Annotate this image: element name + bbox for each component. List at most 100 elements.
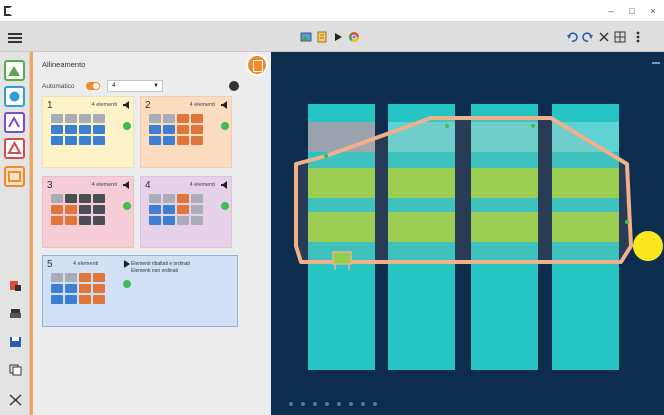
seat[interactable] bbox=[163, 216, 175, 225]
layout-icon[interactable] bbox=[614, 31, 626, 43]
more-icon[interactable] bbox=[632, 31, 644, 43]
seat[interactable] bbox=[79, 205, 91, 214]
seat[interactable] bbox=[65, 205, 77, 214]
seat[interactable] bbox=[93, 194, 105, 203]
seat[interactable] bbox=[191, 205, 203, 214]
seat[interactable] bbox=[149, 114, 161, 123]
seat[interactable] bbox=[93, 295, 105, 304]
seat[interactable] bbox=[191, 136, 203, 145]
seat[interactable] bbox=[51, 136, 63, 145]
speaker-icon[interactable] bbox=[221, 101, 228, 109]
seat[interactable] bbox=[51, 125, 63, 134]
rotate-handle[interactable] bbox=[633, 231, 663, 261]
seat[interactable] bbox=[191, 125, 203, 134]
group-card-5[interactable]: 5 4 elementi Elementi ribaltati e ordina… bbox=[42, 255, 238, 327]
seat[interactable] bbox=[93, 205, 105, 214]
seat[interactable] bbox=[191, 194, 203, 203]
group-card-1[interactable]: 1 4 elementi bbox=[42, 96, 134, 168]
sidebar-tool-groups[interactable] bbox=[4, 166, 25, 187]
seat[interactable] bbox=[65, 284, 77, 293]
seat[interactable] bbox=[65, 273, 77, 282]
seat[interactable] bbox=[163, 194, 175, 203]
seat[interactable] bbox=[93, 273, 105, 282]
seat[interactable] bbox=[79, 125, 91, 134]
seat[interactable] bbox=[177, 216, 189, 225]
whiteboard-canvas[interactable] bbox=[271, 52, 664, 415]
sidebar-tool-geometry[interactable] bbox=[4, 138, 25, 159]
speaker-icon[interactable] bbox=[123, 181, 130, 189]
seat[interactable] bbox=[51, 114, 63, 123]
seat[interactable] bbox=[65, 216, 77, 225]
seat[interactable] bbox=[177, 114, 189, 123]
seat[interactable] bbox=[177, 136, 189, 145]
fullscreen-icon[interactable] bbox=[9, 394, 22, 406]
seat[interactable] bbox=[51, 284, 63, 293]
copy-icon[interactable] bbox=[9, 364, 22, 376]
seat[interactable] bbox=[163, 136, 175, 145]
export-icon[interactable] bbox=[9, 280, 22, 292]
seat[interactable] bbox=[51, 273, 63, 282]
seat[interactable] bbox=[51, 295, 63, 304]
minimize-button[interactable]: – bbox=[604, 4, 618, 18]
seat[interactable] bbox=[163, 114, 175, 123]
chrome-icon[interactable] bbox=[348, 31, 360, 43]
settings-gear-icon[interactable] bbox=[229, 81, 239, 91]
seat[interactable] bbox=[163, 205, 175, 214]
close-button[interactable]: × bbox=[646, 4, 660, 18]
sidebar-tool-chart[interactable] bbox=[4, 60, 25, 81]
save-icon[interactable] bbox=[9, 336, 22, 348]
play-icon[interactable] bbox=[123, 260, 130, 268]
redo-icon[interactable] bbox=[582, 31, 594, 43]
seat[interactable] bbox=[163, 125, 175, 134]
seat[interactable] bbox=[177, 194, 189, 203]
seat[interactable] bbox=[65, 136, 77, 145]
crop-icon[interactable] bbox=[598, 31, 610, 43]
speaker-icon[interactable] bbox=[221, 181, 228, 189]
group-card-3[interactable]: 3 4 elementi bbox=[42, 176, 134, 248]
maximize-button[interactable]: □ bbox=[625, 4, 639, 18]
seat[interactable] bbox=[93, 136, 105, 145]
seat[interactable] bbox=[79, 136, 91, 145]
zoom-indicator[interactable] bbox=[652, 62, 660, 64]
seat[interactable] bbox=[191, 114, 203, 123]
group-count-select[interactable]: 4 ▼ bbox=[107, 80, 163, 92]
group-card-2[interactable]: 2 4 elementi bbox=[140, 96, 232, 168]
image-icon[interactable] bbox=[300, 31, 312, 43]
seat[interactable] bbox=[177, 205, 189, 214]
seat[interactable] bbox=[149, 125, 161, 134]
group-card-4[interactable]: 4 4 elementi bbox=[140, 176, 232, 248]
seat[interactable] bbox=[93, 125, 105, 134]
seat[interactable] bbox=[149, 136, 161, 145]
sidebar-tool-draw[interactable] bbox=[4, 112, 25, 133]
seat[interactable] bbox=[65, 114, 77, 123]
seat[interactable] bbox=[65, 295, 77, 304]
seat[interactable] bbox=[79, 295, 91, 304]
seat[interactable] bbox=[191, 216, 203, 225]
seat[interactable] bbox=[51, 205, 63, 214]
seat[interactable] bbox=[149, 205, 161, 214]
seat[interactable] bbox=[79, 114, 91, 123]
play-icon[interactable] bbox=[332, 31, 344, 43]
seat[interactable] bbox=[79, 273, 91, 282]
sidebar-tool-shapes[interactable] bbox=[4, 86, 25, 107]
seat[interactable] bbox=[79, 216, 91, 225]
seat[interactable] bbox=[65, 194, 77, 203]
undo-icon[interactable] bbox=[566, 31, 578, 43]
seat[interactable] bbox=[149, 194, 161, 203]
seat[interactable] bbox=[51, 194, 63, 203]
seat[interactable] bbox=[177, 125, 189, 134]
speaker-icon[interactable] bbox=[123, 101, 130, 109]
seat[interactable] bbox=[149, 216, 161, 225]
auto-toggle[interactable] bbox=[86, 82, 100, 90]
edit-icon[interactable] bbox=[316, 31, 328, 43]
seat[interactable] bbox=[65, 125, 77, 134]
print-icon[interactable] bbox=[9, 308, 22, 320]
seat[interactable] bbox=[93, 216, 105, 225]
seat[interactable] bbox=[51, 216, 63, 225]
seat[interactable] bbox=[93, 114, 105, 123]
panel-action-button[interactable] bbox=[246, 54, 268, 76]
seat[interactable] bbox=[79, 194, 91, 203]
seat[interactable] bbox=[93, 284, 105, 293]
seat[interactable] bbox=[79, 284, 91, 293]
hamburger-menu-icon[interactable] bbox=[8, 33, 22, 43]
